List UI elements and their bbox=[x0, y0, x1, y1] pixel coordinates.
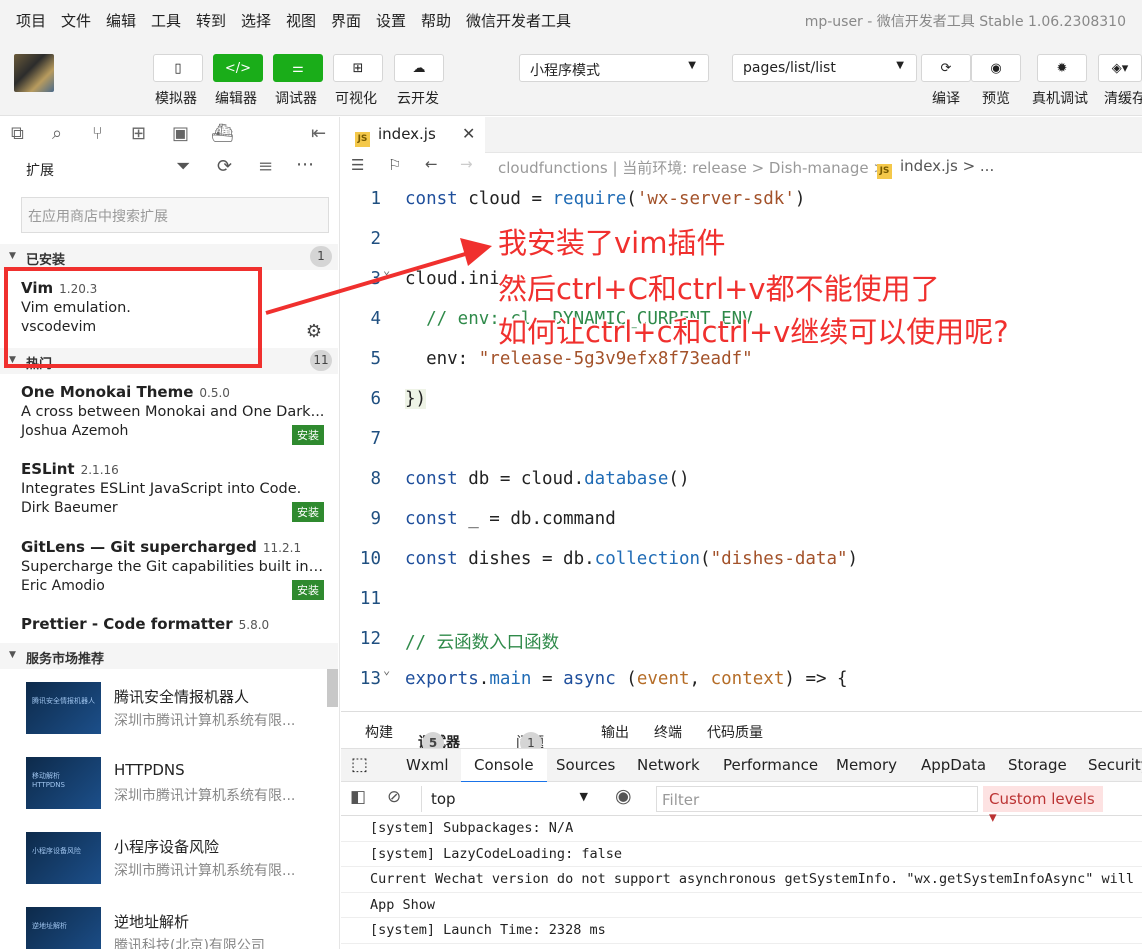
annotation-line-3: 如何让ctrl+c和ctrl+v继续可以使用呢? bbox=[498, 315, 1009, 349]
annotation-arrow bbox=[265, 238, 492, 315]
annotation-line-2: 然后ctrl+C和ctrl+v都不能使用了 bbox=[498, 272, 940, 306]
annotation-line-1: 我安装了vim插件 bbox=[498, 226, 726, 260]
